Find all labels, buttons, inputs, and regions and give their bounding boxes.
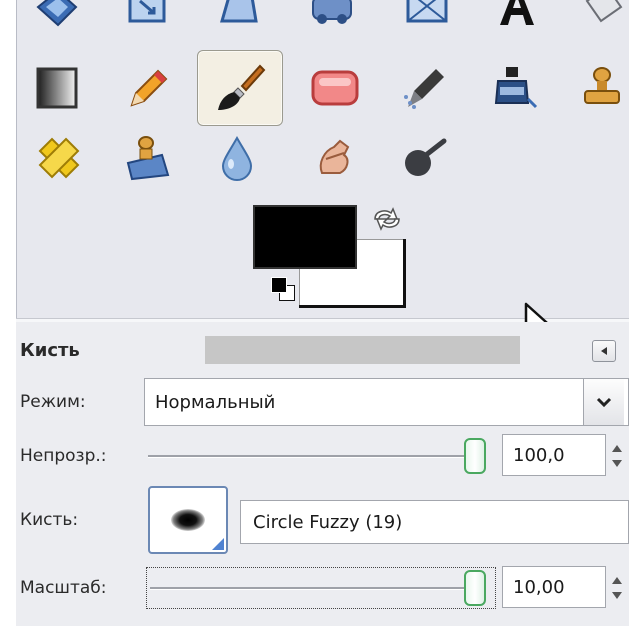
brush-label: Кисть: [20, 510, 79, 530]
text-icon[interactable] [487, 0, 547, 36]
title-bar-strip [205, 336, 520, 364]
dodge-burn-icon[interactable] [395, 128, 455, 188]
smudge-icon[interactable] [305, 128, 365, 188]
perspective-clone-icon[interactable] [117, 128, 177, 188]
opacity-value: 100,0 [513, 444, 565, 466]
chevron-down-icon [596, 397, 612, 408]
opacity-spinbox[interactable]: 100,0 [502, 434, 606, 476]
scale-spin-buttons[interactable] [608, 568, 626, 608]
corner-triangle-icon [212, 538, 224, 550]
foreground-color-swatch[interactable] [253, 205, 357, 269]
mode-label: Режим: [20, 392, 86, 412]
perspective-icon[interactable] [207, 0, 267, 36]
opacity-label: Непрозр.: [20, 446, 107, 466]
opacity-slider-track[interactable] [148, 455, 486, 458]
brush-name-field: Circle Fuzzy (19) [240, 500, 629, 544]
brush-fuzzy-circle-icon [171, 509, 205, 531]
ink-icon[interactable] [485, 58, 545, 118]
airbrush-icon[interactable] [395, 58, 455, 118]
triangle-left-icon [601, 347, 607, 355]
spin-up-down-icon [612, 577, 622, 599]
brush-preview-button[interactable] [148, 486, 228, 554]
blend-icon[interactable] [27, 58, 87, 118]
scale-label: Масштаб: [20, 578, 107, 598]
opacity-slider-handle[interactable] [464, 438, 486, 474]
toolbox-panel [16, 0, 629, 318]
pencil-icon[interactable] [117, 58, 177, 118]
measure-icon[interactable] [572, 0, 629, 36]
spin-up-down-icon [612, 445, 622, 467]
align-icon[interactable] [27, 0, 87, 36]
tool-options-title: Кисть [20, 340, 80, 361]
cage-icon[interactable] [397, 0, 457, 36]
scale-value: 10,00 [513, 576, 565, 598]
scale-spinbox[interactable]: 10,00 [502, 566, 606, 608]
scale-slider-track[interactable] [150, 587, 482, 590]
flip-icon[interactable] [302, 0, 362, 36]
scale-slider-handle[interactable] [464, 570, 486, 606]
brush-name-value: Circle Fuzzy (19) [253, 511, 403, 533]
scale-icon[interactable] [117, 0, 177, 36]
clone-icon[interactable] [572, 58, 629, 118]
mode-dropdown-button[interactable] [583, 379, 624, 425]
opacity-spin-buttons[interactable] [608, 436, 626, 476]
mode-value: Нормальный [155, 391, 276, 413]
paintbrush-icon[interactable] [197, 50, 283, 126]
swap-colors-icon[interactable] [369, 205, 405, 233]
eraser-icon[interactable] [305, 58, 365, 118]
default-colors-icon[interactable] [269, 275, 297, 303]
blur-sharpen-icon[interactable] [207, 128, 267, 188]
foreground-background-colors [253, 205, 413, 309]
heal-icon[interactable] [29, 128, 89, 188]
tool-options-menu-button[interactable] [592, 340, 616, 362]
mode-combo[interactable]: Нормальный [144, 378, 629, 426]
